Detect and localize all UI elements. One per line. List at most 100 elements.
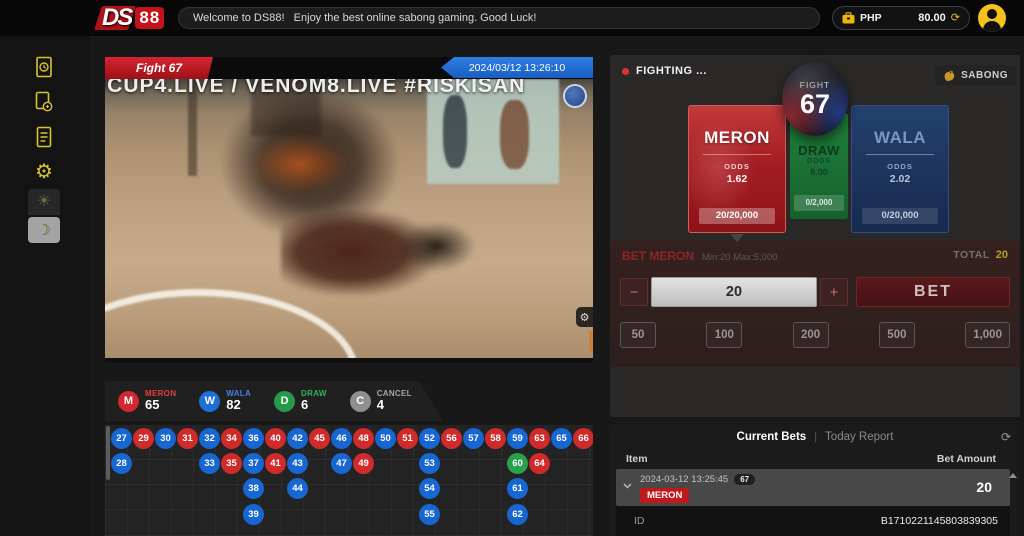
stat-cancel: C CANCEL 4 (350, 389, 412, 413)
wallet-icon (842, 12, 855, 24)
rooster-orange-plumage (251, 136, 349, 193)
chip-100[interactable]: 100 (706, 322, 742, 348)
trend-circle: 36 (243, 428, 264, 449)
theme-dark-toggle[interactable]: ☽ (28, 217, 60, 243)
bet-id-label: ID (634, 515, 645, 527)
wala-card-divider (866, 154, 933, 155)
trend-circle: 60 (507, 453, 528, 474)
trend-circle: 41 (265, 453, 286, 474)
trend-circle: 53 (419, 453, 440, 474)
chevron-down-icon[interactable] (623, 483, 632, 489)
fight-trend-grid: 2729303132343640424546485051525657585963… (105, 425, 593, 536)
fight-number-ball: FIGHT 67 (782, 62, 848, 136)
meron-odds-label: ODDS (689, 162, 785, 171)
decrease-amount-button[interactable]: − (620, 278, 648, 306)
meron-bet-card[interactable]: MERON ODDS 1.62 20/20,000 (688, 105, 786, 233)
game-type-label: SABONG (961, 70, 1008, 81)
live-video-player[interactable]: UCUP4.LIVE / VENOM8.LIVE #RISKISAN ⚙ (105, 79, 593, 363)
trend-circle: 38 (243, 478, 264, 499)
arena-chalk-line (105, 289, 359, 363)
betting-panel: FIGHTING ... SABONG MERON ODDS 1.62 20/2… (610, 55, 1020, 417)
trend-circle: 50 (375, 428, 396, 449)
stream-logo-badge (563, 84, 587, 108)
bets-refresh-icon[interactable]: ⟳ (1001, 430, 1011, 444)
tab-today-report[interactable]: Today Report (825, 431, 893, 443)
video-header-bar: Fight 67 2024/03/12 13:26:10 (105, 57, 593, 79)
trend-circle: 59 (507, 428, 528, 449)
bet-button[interactable]: BET (856, 277, 1010, 307)
bet-limits: Min:20 Max:5,000 (702, 252, 778, 263)
chip-200[interactable]: 200 (793, 322, 829, 348)
fight-ball-number: 67 (800, 90, 830, 118)
sidebar-item-settings[interactable]: ⚙ (28, 157, 60, 187)
balance-refresh-icon[interactable]: ⟳ (951, 13, 960, 24)
trend-circle: 42 (287, 428, 308, 449)
bet-record-row[interactable]: 2024-03-12 13:25:45 67 MERON 20 (616, 469, 1010, 506)
left-sidebar: ⚙ ☀ ☽ (0, 36, 90, 536)
current-bets-panel: Current Bets | Today Report ⟳ Item Bet A… (610, 425, 1020, 536)
selected-side-pointer (730, 234, 744, 242)
trend-circle: 62 (507, 504, 528, 525)
wallet-balance[interactable]: PHP 80.00 ⟳ (832, 6, 970, 30)
wala-stat-icon: W (199, 391, 220, 412)
moon-icon: ☽ (37, 223, 50, 238)
bet-fight-number-badge: 67 (734, 474, 755, 485)
increase-amount-button[interactable]: + (820, 278, 848, 306)
total-label: TOTAL (953, 249, 990, 261)
cancel-stat-value: 4 (377, 398, 412, 413)
theme-light-toggle[interactable]: ☀ (28, 189, 60, 215)
bet-amount-input[interactable]: 20 (651, 277, 817, 307)
rules-icon (35, 126, 53, 148)
logo-ds-text: DS (102, 4, 131, 32)
trend-scrollbar[interactable] (106, 426, 110, 480)
draw-odds-value: 8.00 (790, 167, 848, 177)
chip-1000[interactable]: 1,000 (965, 322, 1010, 348)
trend-circle: 33 (199, 453, 220, 474)
chip-500[interactable]: 500 (879, 322, 915, 348)
trend-circle: 51 (397, 428, 418, 449)
sidebar-item-bet-history[interactable] (28, 52, 60, 82)
trend-circle: 65 (551, 428, 572, 449)
ds88-logo[interactable]: DS 88 (102, 2, 164, 34)
trend-circle: 40 (265, 428, 286, 449)
meron-card-divider (703, 154, 770, 155)
cancel-stat-icon: C (350, 391, 371, 412)
trend-circle: 64 (529, 453, 550, 474)
bet-id-value: B1710221145803839305 (881, 515, 998, 527)
bets-scroll-up-arrow[interactable] (1009, 473, 1017, 478)
top-bar: DS 88 Welcome to DS88! Enjoy the best on… (0, 0, 1024, 36)
game-type-badge[interactable]: SABONG (935, 65, 1016, 85)
avatar-head (987, 9, 997, 19)
total-value: 20 (996, 249, 1008, 261)
trend-circle: 48 (353, 428, 374, 449)
video-settings-tab[interactable]: ⚙ (576, 307, 593, 327)
live-status-dot (622, 68, 629, 75)
tab-current-bets[interactable]: Current Bets (737, 431, 807, 443)
user-avatar[interactable] (978, 4, 1006, 32)
chip-50[interactable]: 50 (620, 322, 656, 348)
trend-circle: 45 (309, 428, 330, 449)
col-bet-amount-header: Bet Amount (937, 453, 996, 465)
bet-side-label: BET MERON (622, 249, 694, 263)
trend-circle: 46 (331, 428, 352, 449)
sidebar-item-transactions[interactable] (28, 87, 60, 117)
bet-id-row: ID B1710221145803839305 (616, 506, 1010, 536)
stream-watermark: UCUP4.LIVE / VENOM8.LIVE #RISKISAN (105, 79, 525, 98)
draw-pool-amount: 0/2,000 (794, 195, 844, 211)
trend-circle: 30 (155, 428, 176, 449)
avatar-body (983, 21, 1001, 32)
draw-stat-icon: D (274, 391, 295, 412)
stat-draw: D DRAW 6 (274, 389, 327, 413)
wala-bet-card[interactable]: WALA ODDS 2.02 0/20,000 (851, 105, 949, 233)
trend-circle: 49 (353, 453, 374, 474)
trend-circle: 31 (177, 428, 198, 449)
quick-chip-row: 50 100 200 500 1,000 (620, 322, 1010, 348)
balance-value: 80.00 (918, 12, 946, 24)
trend-circle: 57 (463, 428, 484, 449)
wala-stat-value: 82 (226, 398, 251, 413)
rooster-tail-shape (398, 221, 476, 272)
meron-odds-value: 1.62 (689, 173, 785, 185)
draw-stat-value: 6 (301, 398, 327, 413)
sidebar-item-rules[interactable] (28, 122, 60, 152)
trend-circle: 27 (111, 428, 132, 449)
